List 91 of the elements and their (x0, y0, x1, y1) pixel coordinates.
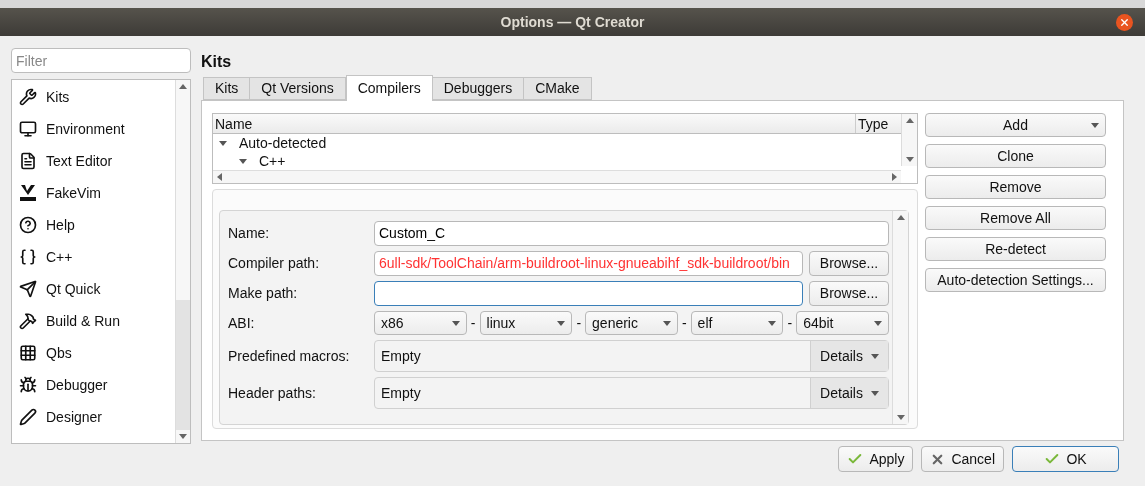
tab[interactable]: Compilers (345, 75, 433, 101)
caret-icon (874, 320, 882, 326)
braces-icon (19, 248, 37, 266)
action-button[interactable]: Remove All (925, 206, 1106, 230)
horizontal-scrollbar[interactable] (213, 170, 901, 183)
combo-box[interactable]: generic (585, 311, 678, 335)
field-label: Name: (228, 224, 271, 243)
scroll-up-icon[interactable] (179, 84, 187, 89)
input-field[interactable] (374, 281, 803, 306)
combo-box[interactable]: elf (690, 311, 784, 335)
separator-dash: - (681, 313, 687, 333)
scroll-down-icon[interactable] (179, 434, 187, 439)
hammer-icon (19, 312, 37, 330)
bug-icon (19, 376, 37, 394)
expanded-arrow-icon[interactable] (219, 139, 227, 147)
form-scrollbar[interactable] (892, 211, 908, 424)
caret-icon (451, 320, 460, 326)
sidebar-item[interactable]: Build & Run (12, 305, 175, 337)
field-label: Predefined macros: (228, 346, 351, 366)
browse-button[interactable]: Browse... (809, 251, 889, 276)
help-icon (19, 216, 37, 234)
separator-dash: - (470, 313, 476, 333)
caret-icon (557, 320, 566, 326)
action-button[interactable]: Clone (925, 144, 1106, 168)
sidebar-item[interactable]: Qt Quick (12, 273, 175, 305)
tree-item[interactable]: C++ (259, 154, 286, 168)
tab[interactable]: Kits (203, 77, 251, 100)
column-header[interactable]: Name (213, 114, 855, 133)
combo-box[interactable]: x86 (374, 311, 467, 335)
action-button[interactable]: Auto-detection Settings... (925, 268, 1106, 292)
add-dropdown-button[interactable]: Add (925, 113, 1106, 137)
scroll-left-icon[interactable] (217, 173, 222, 181)
caret-icon (662, 320, 671, 326)
monitor-icon (19, 120, 37, 138)
field-label: Header paths: (228, 383, 317, 403)
close-button[interactable] (1116, 14, 1133, 31)
wrench-icon (19, 88, 37, 106)
v-logo-icon (19, 184, 37, 202)
combo-box[interactable]: 64bit (796, 311, 889, 335)
browse-button[interactable]: Browse... (809, 281, 889, 306)
details-button[interactable]: Details (810, 378, 888, 408)
field-label: ABI: (228, 313, 256, 333)
tab[interactable]: Debuggers (431, 77, 525, 100)
dialog-button[interactable]: OK (1012, 446, 1119, 472)
tab[interactable]: CMake (523, 77, 592, 100)
close-icon (1119, 17, 1130, 28)
sidebar-item[interactable]: C++ (12, 241, 175, 273)
expanded-arrow-icon[interactable] (239, 157, 247, 165)
field-value: Empty (380, 383, 422, 403)
tab[interactable]: Qt Versions (249, 77, 346, 100)
caret-icon (768, 320, 777, 326)
scroll-right-icon[interactable] (892, 173, 897, 181)
scroll-up-icon[interactable] (896, 215, 905, 220)
sidebar-item[interactable]: Text Editor (12, 145, 175, 177)
action-button[interactable]: Re-detect (925, 237, 1106, 261)
grid-icon (19, 344, 37, 362)
field-value: Empty (380, 346, 422, 366)
separator-dash: - (787, 313, 793, 333)
scrollbar[interactable] (175, 80, 190, 443)
field-label: Compiler path: (228, 254, 321, 273)
scroll-thumb[interactable] (176, 300, 190, 430)
filter-field[interactable]: Filter (11, 48, 191, 73)
field-label: Make path: (228, 284, 299, 303)
sidebar-item[interactable]: Help (12, 209, 175, 241)
action-button[interactable]: Remove (925, 175, 1106, 199)
page-title: Kits (201, 52, 233, 72)
scroll-down-icon[interactable] (905, 157, 914, 162)
separator-dash: - (576, 313, 582, 333)
dialog-button[interactable]: Apply (838, 446, 914, 472)
vertical-scrollbar[interactable] (901, 114, 917, 166)
scroll-down-icon[interactable] (896, 415, 905, 420)
pen-icon (19, 408, 37, 426)
document-icon (19, 152, 37, 170)
sidebar-item[interactable]: Environment (12, 113, 175, 145)
caret-icon (870, 390, 879, 396)
window-title: Options — Qt Creator (500, 12, 645, 32)
details-button[interactable]: Details (810, 341, 888, 371)
scroll-up-icon[interactable] (905, 118, 914, 123)
sidebar-item[interactable]: FakeVim (12, 177, 175, 209)
sidebar-item[interactable]: Qbs (12, 337, 175, 369)
sidebar-item[interactable]: Kits (12, 81, 175, 113)
sidebar-item[interactable]: Debugger (12, 369, 175, 401)
input-field[interactable]: Custom_C (374, 221, 889, 246)
tree-item[interactable]: Auto-detected (239, 136, 327, 150)
caret-icon (870, 353, 879, 359)
sidebar-item[interactable]: Designer (12, 401, 175, 433)
input-field[interactable]: 6ull-sdk/ToolChain/arm-buildroot-linux-gnueabihf_sdk-buildroot/bin (374, 251, 803, 276)
combo-box[interactable]: linux (479, 311, 573, 335)
dialog-button[interactable]: Cancel (921, 446, 1004, 472)
dropdown-caret-icon (1091, 123, 1099, 128)
paper-plane-icon (19, 280, 37, 298)
